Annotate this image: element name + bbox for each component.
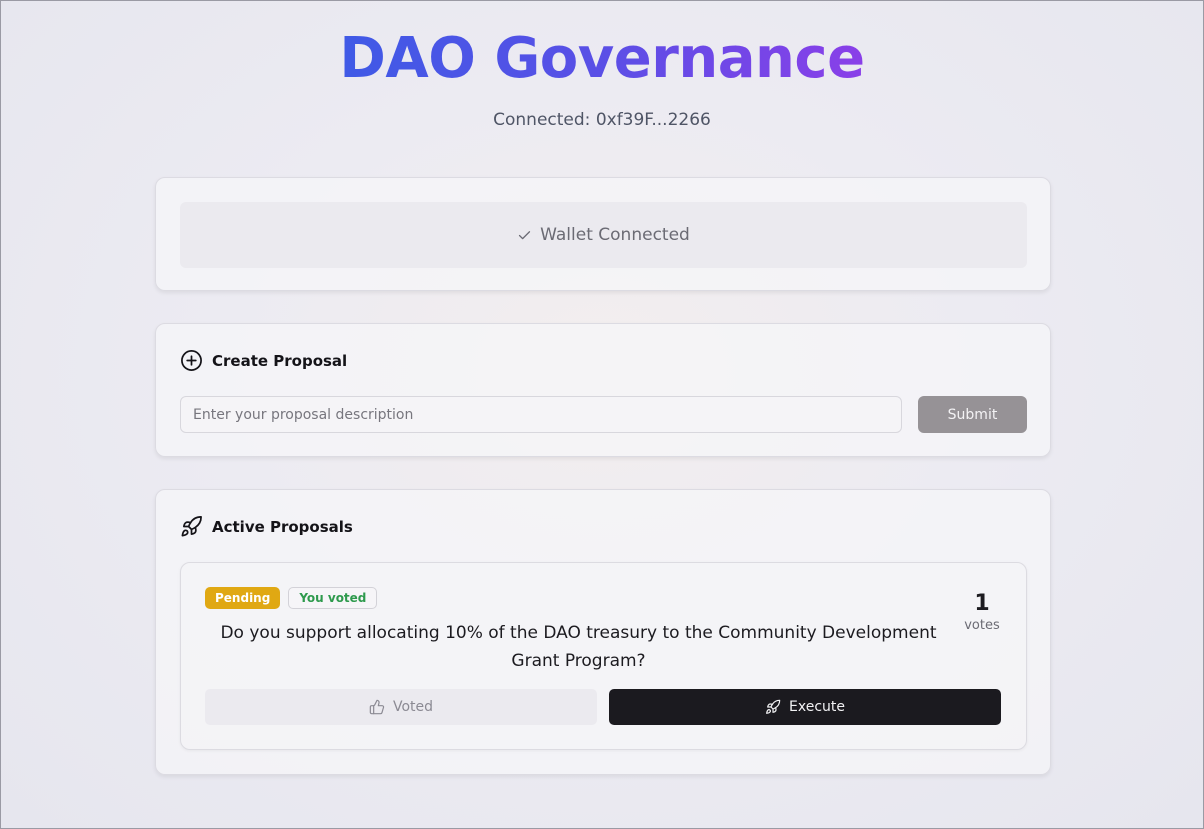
rocket-icon [180, 515, 203, 538]
vote-label: votes [964, 618, 1000, 633]
active-proposals-title: Active Proposals [212, 517, 353, 536]
execute-button[interactable]: Execute [609, 689, 1001, 725]
execute-button-label: Execute [789, 699, 845, 715]
proposal-actions: Voted Execute [205, 689, 1001, 725]
wallet-status-label: Wallet Connected [540, 225, 690, 245]
page-title: DAO Governance [339, 26, 865, 91]
proposal-description: Do you support allocating 10% of the DAO… [220, 623, 937, 671]
thumbs-up-icon [369, 699, 385, 715]
proposal-item: Pending You voted 1 votes Do you support… [180, 562, 1027, 750]
status-badge: Pending [205, 587, 281, 609]
plus-circle-icon [180, 349, 203, 372]
voted-button[interactable]: Voted [205, 689, 597, 725]
vote-count: 1 votes [962, 591, 1002, 633]
you-voted-badge: You voted [288, 587, 378, 609]
active-proposals-heading: Active Proposals [180, 515, 353, 538]
wallet-status-button[interactable]: Wallet Connected [180, 202, 1027, 268]
page-header: DAO Governance Connected: 0xf39F...2266 [1, 1, 1203, 130]
proposal-badges: Pending You voted [205, 587, 378, 609]
vote-number: 1 [974, 591, 990, 616]
rocket-icon [765, 699, 781, 715]
check-icon [517, 228, 532, 243]
create-proposal-title: Create Proposal [212, 351, 348, 370]
active-proposals-card: Active Proposals Pending You voted 1 vot… [155, 489, 1051, 775]
proposal-description-input[interactable] [180, 396, 902, 433]
voted-button-label: Voted [392, 699, 434, 715]
create-proposal-heading: Create Proposal [180, 349, 347, 372]
wallet-card: Wallet Connected [155, 177, 1051, 291]
connected-address: Connected: 0xf39F...2266 [493, 110, 711, 130]
create-proposal-card: Create Proposal Submit [155, 323, 1051, 457]
submit-button[interactable]: Submit [918, 396, 1027, 433]
